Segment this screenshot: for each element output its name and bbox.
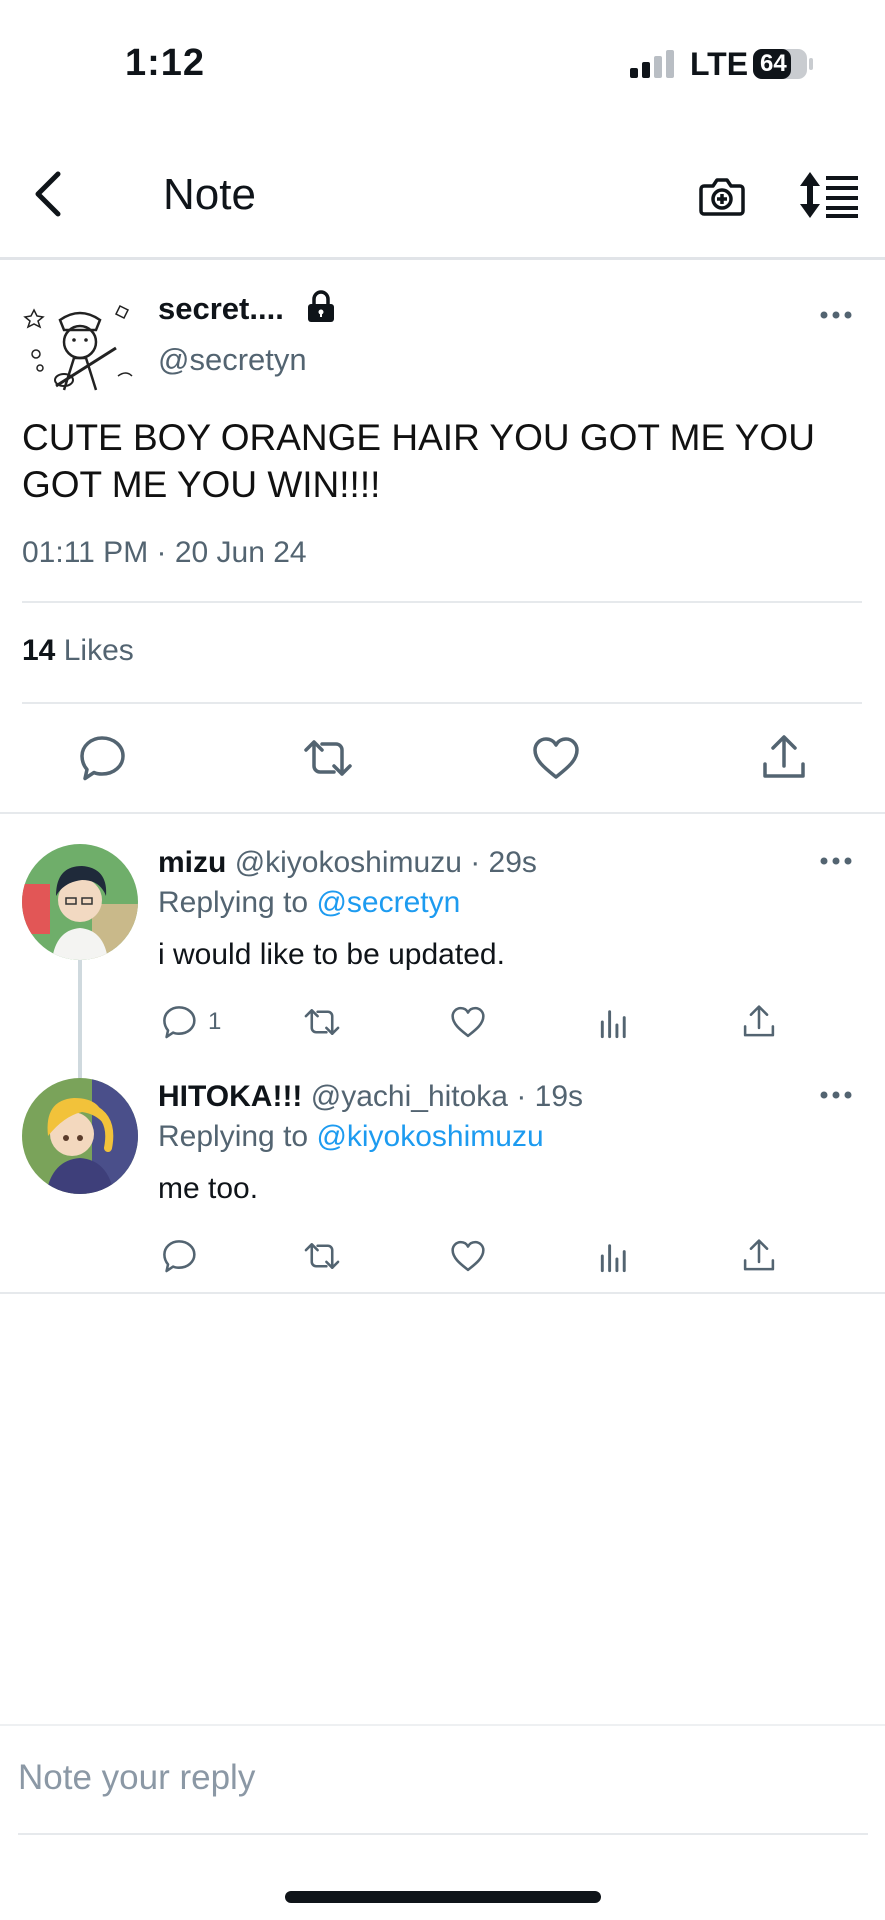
- likes-summary[interactable]: 14 Likes: [22, 634, 134, 668]
- network-type: LTE: [690, 46, 749, 82]
- reply-text: me too.: [158, 1172, 259, 1205]
- heart-icon[interactable]: [449, 1237, 487, 1275]
- battery-level: 64: [760, 50, 787, 77]
- author-handle[interactable]: @secretyn: [158, 342, 307, 378]
- page-title: Note: [163, 170, 256, 219]
- share-icon[interactable]: [740, 1003, 778, 1041]
- replying-to-label: Replying to: [158, 886, 309, 919]
- status-time: 1:12: [125, 42, 206, 84]
- likes-label: Likes: [63, 634, 134, 667]
- reply-header: mizu @kiyokoshimuzu · 29s: [158, 846, 537, 880]
- heart-icon[interactable]: [449, 1003, 487, 1041]
- like-action[interactable]: [449, 1236, 487, 1276]
- more-options-icon[interactable]: [818, 1080, 854, 1110]
- camera-icon[interactable]: [698, 172, 746, 220]
- avatar[interactable]: [22, 844, 138, 960]
- note-timestamp: 01:11 PM · 20 Jun 24: [22, 536, 307, 569]
- reply-text: i would like to be updated.: [158, 938, 505, 971]
- reply-author-handle[interactable]: @kiyokoshimuzu: [235, 846, 462, 879]
- replying-to-label: Replying to: [158, 1120, 309, 1153]
- sort-icon[interactable]: [800, 172, 860, 218]
- share-icon[interactable]: [740, 1237, 778, 1275]
- replying-to: Replying to @secretyn: [158, 886, 460, 920]
- reply-icon[interactable]: [160, 1237, 198, 1275]
- reply-author-name[interactable]: HITOKA!!!: [158, 1080, 302, 1113]
- back-arrow-icon[interactable]: [28, 166, 68, 222]
- battery-icon: 64: [752, 48, 814, 80]
- composer-top-divider: [0, 1724, 885, 1726]
- views-action[interactable]: [595, 1236, 633, 1276]
- divider: [22, 702, 862, 704]
- avatar[interactable]: [20, 290, 140, 398]
- views-action[interactable]: [595, 1002, 633, 1042]
- share-action[interactable]: [740, 1236, 778, 1276]
- reply-action[interactable]: [160, 1236, 198, 1276]
- views-icon[interactable]: [595, 1003, 633, 1041]
- reply-icon[interactable]: [160, 1003, 198, 1041]
- renote-action[interactable]: [303, 1002, 341, 1042]
- reply-action[interactable]: 1: [160, 1002, 221, 1042]
- nav-divider: [0, 257, 885, 260]
- divider: [0, 812, 885, 814]
- reply-header: HITOKA!!! @yachi_hitoka · 19s: [158, 1080, 583, 1114]
- share-action[interactable]: [740, 1002, 778, 1042]
- views-icon[interactable]: [595, 1237, 633, 1275]
- renote-icon[interactable]: [302, 732, 354, 784]
- replying-to-mention[interactable]: @kiyokoshimuzu: [316, 1120, 543, 1153]
- divider: [0, 1292, 885, 1294]
- heart-icon[interactable]: [530, 732, 582, 784]
- replying-to-mention[interactable]: @secretyn: [316, 886, 460, 919]
- reply-icon[interactable]: [76, 732, 128, 784]
- reply-time: · 29s: [470, 846, 537, 879]
- thread-line: [78, 960, 82, 1078]
- share-icon[interactable]: [758, 732, 810, 784]
- avatar[interactable]: [22, 1078, 138, 1194]
- divider: [22, 601, 862, 603]
- composer-underline: [18, 1833, 868, 1835]
- reply-author-handle[interactable]: @yachi_hitoka: [311, 1080, 508, 1113]
- reply-count: 1: [208, 1008, 222, 1035]
- home-indicator[interactable]: [285, 1891, 601, 1903]
- more-options-icon[interactable]: [818, 846, 854, 876]
- note-text: CUTE BOY ORANGE HAIR YOU GOT ME YOU GOT …: [22, 417, 815, 505]
- lock-icon: [308, 290, 334, 322]
- renote-icon[interactable]: [303, 1237, 341, 1275]
- like-action[interactable]: [449, 1002, 487, 1042]
- reply-time: · 19s: [516, 1080, 584, 1113]
- replying-to: Replying to @kiyokoshimuzu: [158, 1120, 544, 1154]
- signal-icon: [630, 50, 674, 78]
- renote-action[interactable]: [303, 1236, 341, 1276]
- renote-icon[interactable]: [303, 1003, 341, 1041]
- reply-input[interactable]: Note your reply: [18, 1758, 255, 1798]
- likes-count: 14: [22, 634, 56, 667]
- more-options-icon[interactable]: [818, 300, 854, 330]
- author-name[interactable]: secret....: [158, 291, 284, 327]
- reply-author-name[interactable]: mizu: [158, 846, 226, 879]
